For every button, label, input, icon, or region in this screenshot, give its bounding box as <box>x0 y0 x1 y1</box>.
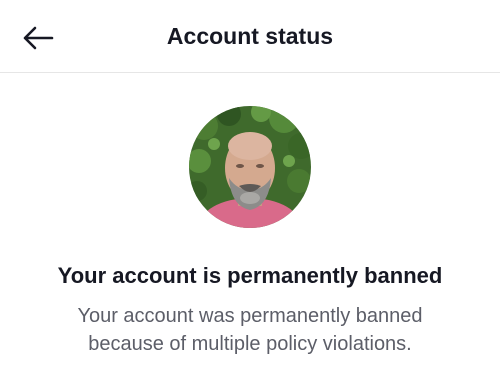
status-message: Your account was permanently banned beca… <box>77 305 423 355</box>
top-bar: Account status <box>0 0 500 73</box>
status-headline: Your account is permanently banned <box>57 263 443 288</box>
account-status-screen: Account status Your account is permanent… <box>0 0 500 372</box>
profile-photo <box>189 106 311 228</box>
page-title: Account status <box>166 23 334 49</box>
avatar <box>189 106 311 228</box>
